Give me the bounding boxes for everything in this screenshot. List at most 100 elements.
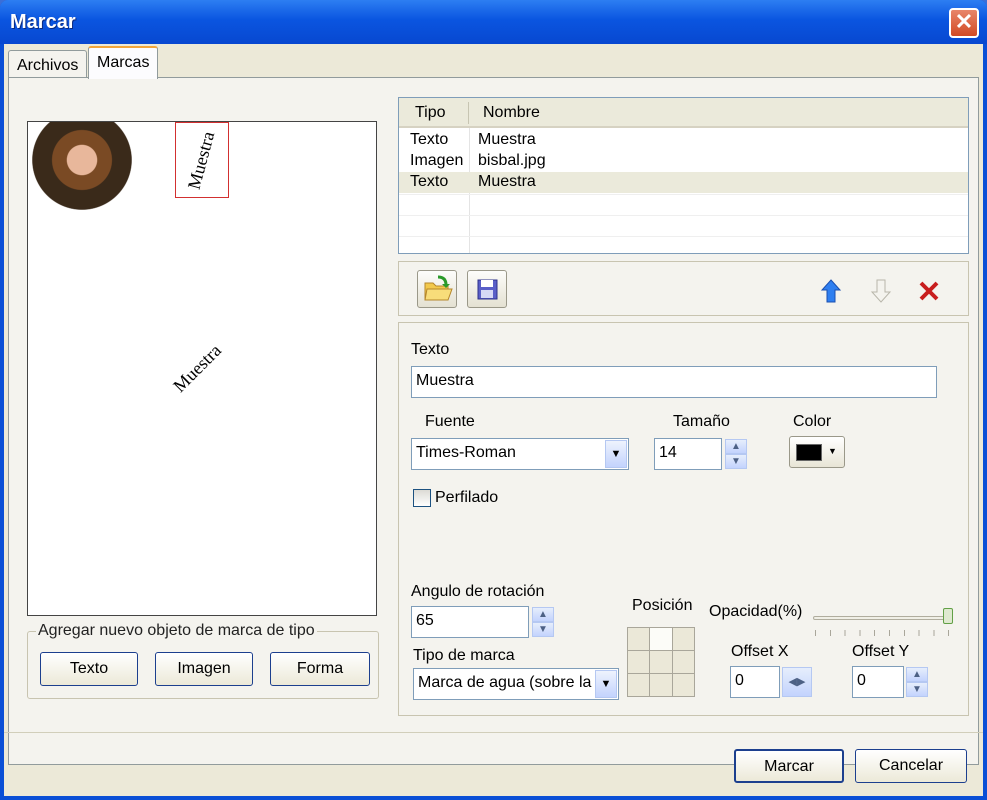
add-object-group: Agregar nuevo objeto de marca de tipo Te… — [27, 622, 379, 699]
offsety-input[interactable]: 0 — [852, 666, 904, 698]
angulo-label: Angulo de rotación — [411, 583, 545, 600]
slider-ticks — [815, 630, 949, 636]
spin-down-icon[interactable]: ▼ — [532, 622, 554, 637]
row-gridline — [399, 194, 968, 195]
title-bar[interactable]: Marcar ✕ — [0, 0, 987, 44]
marcas-panel: Muestra Muestra Agregar nuevo objeto de … — [8, 77, 979, 765]
tipo-marca-value: Marca de agua (sobre la — [418, 674, 592, 691]
position-cell[interactable] — [628, 674, 650, 696]
spin-up-icon[interactable]: ▲ — [725, 439, 747, 454]
close-button[interactable]: ✕ — [949, 8, 979, 38]
list-item[interactable]: Texto Muestra — [399, 130, 968, 151]
add-shape-button[interactable]: Forma — [270, 652, 370, 686]
perfilado-checkbox[interactable] — [413, 489, 431, 507]
offsetx-label: Offset X — [731, 643, 789, 660]
cancelar-button[interactable]: Cancelar — [855, 749, 967, 783]
dialog-client: Archivos Marcas Muestra Muestra Agregar … — [4, 44, 983, 796]
list-cell-tipo: Imagen — [410, 152, 464, 169]
chevron-down-icon: ▼ — [595, 670, 617, 698]
page-preview[interactable]: Muestra Muestra — [27, 121, 377, 616]
offsety-label: Offset Y — [852, 643, 910, 660]
color-swatch — [796, 444, 822, 461]
left-right-arrows-icon: ◀▶ — [788, 676, 806, 688]
marks-list[interactable]: Tipo Nombre Texto Muestra Imagen bisbal.jp… — [398, 97, 969, 254]
tamano-label: Tamaño — [673, 413, 730, 430]
color-picker-button[interactable]: ▼ — [789, 436, 845, 468]
fuente-value: Times-Roman — [416, 444, 516, 461]
row-gridline — [399, 215, 968, 216]
list-cell-tipo: Texto — [410, 131, 449, 148]
list-item-selected[interactable]: Texto Muestra — [399, 172, 968, 193]
marks-toolbar — [398, 261, 969, 316]
fuente-select[interactable]: Times-Roman ▼ — [411, 438, 629, 470]
chevron-down-icon: ▼ — [605, 440, 627, 468]
tipo-marca-select[interactable]: Marca de agua (sobre la ▼ — [413, 668, 619, 700]
slider-thumb[interactable] — [943, 608, 953, 624]
column-nombre[interactable]: Nombre — [483, 104, 540, 122]
dialog-footer: Marcar Cancelar — [4, 732, 983, 796]
position-cell[interactable] — [672, 628, 694, 650]
list-cell-tipo: Texto — [410, 173, 449, 190]
opacidad-slider[interactable] — [813, 608, 953, 638]
angulo-spinner[interactable]: ▲ ▼ — [532, 607, 554, 637]
spin-up-icon[interactable]: ▲ — [532, 607, 554, 622]
spin-up-icon[interactable]: ▲ — [906, 667, 928, 682]
save-button[interactable] — [467, 270, 507, 308]
position-cell[interactable] — [628, 628, 650, 650]
perfilado-label: Perfilado — [435, 489, 499, 506]
move-down-button[interactable] — [869, 278, 893, 304]
window-title: Marcar — [10, 11, 76, 33]
button-label: Cancelar — [878, 757, 944, 774]
list-item[interactable]: Imagen bisbal.jpg — [399, 151, 968, 172]
row-gridline — [399, 236, 968, 237]
position-cell[interactable] — [650, 651, 672, 673]
tamano-spinner[interactable]: ▲ ▼ — [725, 439, 747, 469]
position-cell-selected[interactable] — [650, 628, 672, 650]
tab-label: Marcas — [97, 54, 150, 71]
position-cell[interactable] — [628, 651, 650, 673]
close-icon: ✕ — [954, 9, 974, 34]
tab-marcas[interactable]: Marcas — [88, 46, 159, 79]
position-cell[interactable] — [672, 674, 694, 696]
delete-x-icon — [917, 281, 941, 308]
dialog-window: Marcar ✕ Archivos Marcas Muestra Muestra… — [0, 0, 987, 800]
offsety-spinner[interactable]: ▲ ▼ — [906, 667, 928, 697]
marcar-button[interactable]: Marcar — [734, 749, 844, 783]
button-label: Forma — [296, 660, 344, 677]
position-grid[interactable] — [627, 627, 695, 697]
add-text-button[interactable]: Texto — [40, 652, 138, 686]
floppy-disk-icon — [468, 279, 506, 311]
add-image-button[interactable]: Imagen — [155, 652, 253, 686]
button-label: Imagen — [177, 660, 231, 677]
color-label: Color — [793, 413, 832, 430]
add-object-group-label: Agregar nuevo objeto de marca de tipo — [36, 622, 317, 640]
fuente-label: Fuente — [425, 413, 475, 430]
position-cell[interactable] — [672, 651, 694, 673]
spin-down-icon[interactable]: ▼ — [725, 454, 747, 469]
column-tipo[interactable]: Tipo — [415, 104, 446, 122]
angulo-input[interactable]: 65 — [411, 606, 529, 638]
chevron-down-icon: ▼ — [828, 446, 837, 456]
position-cell[interactable] — [650, 674, 672, 696]
tab-archivos[interactable]: Archivos — [8, 50, 88, 78]
tamano-input[interactable]: 14 — [654, 438, 722, 470]
delete-button[interactable] — [917, 278, 941, 304]
preview-watermark-center: Muestra — [169, 340, 226, 397]
tab-label: Archivos — [17, 57, 79, 74]
preview-image — [28, 122, 136, 222]
arrow-down-icon — [869, 279, 893, 308]
list-cell-nombre: Muestra — [478, 131, 536, 148]
offsetx-input[interactable]: 0 — [730, 666, 780, 698]
button-label: Marcar — [764, 758, 814, 775]
properties-panel: Texto Muestra Fuente Times-Roman ▼ Tamañ… — [398, 322, 969, 716]
tipo-marca-label: Tipo de marca — [413, 647, 515, 664]
texto-label: Texto — [411, 341, 450, 358]
button-label: Texto — [69, 660, 109, 677]
texto-input[interactable]: Muestra — [411, 366, 937, 398]
spin-down-icon[interactable]: ▼ — [906, 682, 928, 697]
move-up-button[interactable] — [819, 278, 843, 304]
offsetx-spinner[interactable]: ◀▶ — [782, 667, 812, 697]
opacidad-label: Opacidad(%) — [709, 603, 803, 620]
slider-track — [813, 616, 951, 620]
open-button[interactable] — [417, 270, 457, 308]
